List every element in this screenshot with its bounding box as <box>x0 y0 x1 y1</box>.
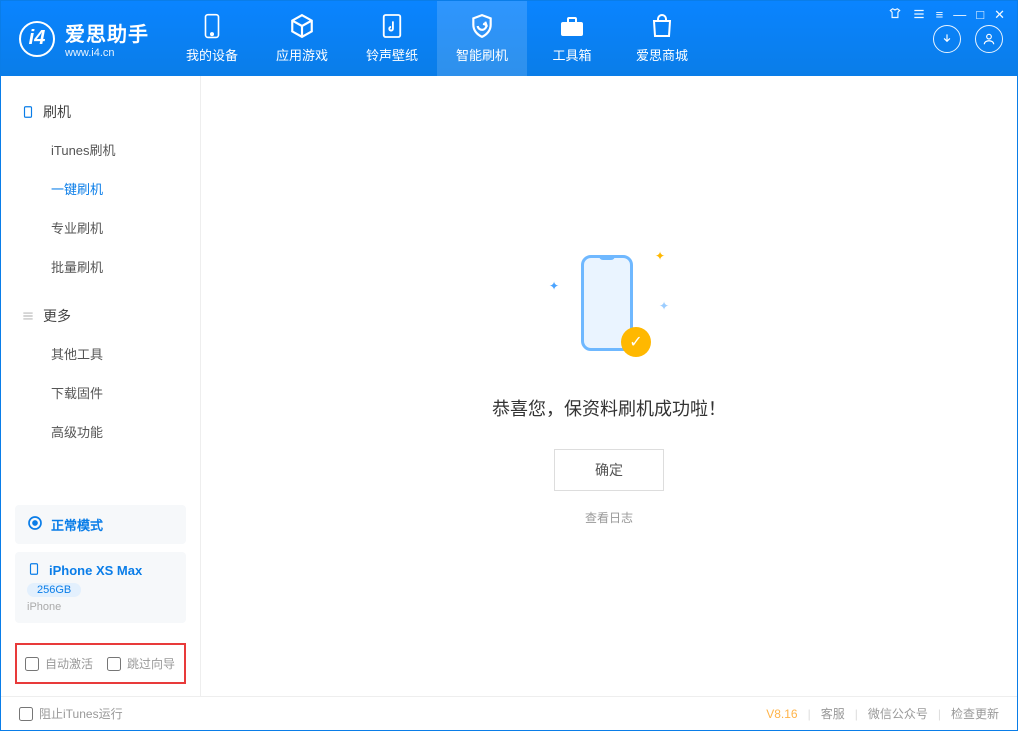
auto-activate-label: 自动激活 <box>45 655 93 672</box>
titlebar: ≡ ― □ ✕ i4 爱思助手 www.i4.cn 我的设备 应用游戏 铃声 <box>1 1 1017 76</box>
device-capacity: 256GB <box>27 583 81 597</box>
check-update-link[interactable]: 检查更新 <box>951 705 999 722</box>
phone-notch <box>599 255 615 260</box>
block-itunes-checkbox[interactable]: 阻止iTunes运行 <box>19 705 123 722</box>
skip-guide-checkbox[interactable]: 跳过向导 <box>107 655 175 672</box>
sidebar-item-itunes-flash[interactable]: iTunes刷机 <box>1 130 200 169</box>
minimize-button[interactable]: ― <box>953 7 966 24</box>
nav-label: 应用游戏 <box>276 45 328 64</box>
app-logo: i4 爱思助手 www.i4.cn <box>1 1 167 76</box>
footer: 阻止iTunes运行 V8.16 | 客服 | 微信公众号 | 检查更新 <box>1 696 1017 730</box>
skip-guide-label: 跳过向导 <box>127 655 175 672</box>
sparkle-icon: ✦ <box>659 299 669 313</box>
sidebar-group-more: 更多 <box>1 298 200 334</box>
nav-label: 工具箱 <box>552 45 591 64</box>
sidebar-item-oneclick-flash[interactable]: 一键刷机 <box>1 169 200 208</box>
app-window: ≡ ― □ ✕ i4 爱思助手 www.i4.cn 我的设备 应用游戏 铃声 <box>0 0 1018 731</box>
nav-ringtones[interactable]: 铃声壁纸 <box>347 1 437 76</box>
list-icon[interactable]: ≡ <box>936 7 944 24</box>
phone-icon <box>199 13 225 39</box>
toolbox-icon <box>559 13 585 39</box>
version-label: V8.16 <box>766 707 797 721</box>
nav-label: 爱思商城 <box>636 45 688 64</box>
menu-icon[interactable] <box>912 7 926 24</box>
device-info-row[interactable]: iPhone XS Max 256GB iPhone <box>15 552 186 623</box>
nav-label: 我的设备 <box>186 45 238 64</box>
wechat-link[interactable]: 微信公众号 <box>868 705 928 722</box>
cube-icon <box>289 13 315 39</box>
nav-label: 智能刷机 <box>456 45 508 64</box>
sidebar-group-label: 更多 <box>43 306 71 326</box>
tshirt-icon[interactable] <box>888 7 902 24</box>
sidebar-item-batch-flash[interactable]: 批量刷机 <box>1 247 200 286</box>
success-illustration: ✦ ✦ ✦ ✓ <box>549 247 669 367</box>
device-mode-row[interactable]: 正常模式 <box>15 505 186 544</box>
user-button[interactable] <box>975 25 1003 53</box>
mode-icon <box>27 515 43 534</box>
refresh-shield-icon <box>469 13 495 39</box>
sidebar-group-flash: 刷机 <box>1 94 200 130</box>
device-mode-label: 正常模式 <box>51 515 103 534</box>
block-itunes-label: 阻止iTunes运行 <box>39 705 123 722</box>
app-name-en: www.i4.cn <box>65 47 149 59</box>
app-name-cn: 爱思助手 <box>65 18 149 47</box>
success-message: 恭喜您，保资料刷机成功啦！ <box>492 395 726 421</box>
device-outline-icon <box>21 105 35 119</box>
menu-lines-icon <box>21 309 35 323</box>
main-content: ✦ ✦ ✦ ✓ 恭喜您，保资料刷机成功啦！ 确定 查看日志 <box>201 76 1017 696</box>
logo-icon: i4 <box>19 21 55 57</box>
nav-smart-flash[interactable]: 智能刷机 <box>437 1 527 76</box>
download-button[interactable] <box>933 25 961 53</box>
sidebar-item-other-tools[interactable]: 其他工具 <box>1 334 200 373</box>
window-controls: ≡ ― □ ✕ <box>888 7 1005 24</box>
sidebar-group-label: 刷机 <box>43 102 71 122</box>
sidebar-item-pro-flash[interactable]: 专业刷机 <box>1 208 200 247</box>
ok-button[interactable]: 确定 <box>554 449 664 491</box>
nav-apps-games[interactable]: 应用游戏 <box>257 1 347 76</box>
auto-activate-checkbox[interactable]: 自动激活 <box>25 655 93 672</box>
sidebar-item-download-firmware[interactable]: 下载固件 <box>1 373 200 412</box>
auto-activate-input[interactable] <box>25 657 39 671</box>
sparkle-icon: ✦ <box>549 279 559 293</box>
device-panel: 正常模式 iPhone XS Max 256GB iPhone <box>15 505 186 631</box>
phone-small-icon <box>27 562 41 579</box>
block-itunes-input[interactable] <box>19 707 33 721</box>
sidebar: 刷机 iTunes刷机 一键刷机 专业刷机 批量刷机 更多 其他工具 下载固件 … <box>1 76 201 696</box>
check-badge-icon: ✓ <box>621 327 651 357</box>
maximize-button[interactable]: □ <box>976 7 984 24</box>
nav-label: 铃声壁纸 <box>366 45 418 64</box>
nav-my-device[interactable]: 我的设备 <box>167 1 257 76</box>
options-highlight: 自动激活 跳过向导 <box>15 643 186 684</box>
sparkle-icon: ✦ <box>655 249 665 263</box>
device-name: iPhone XS Max <box>49 563 142 578</box>
top-nav: 我的设备 应用游戏 铃声壁纸 智能刷机 工具箱 爱思商城 <box>167 1 707 76</box>
support-link[interactable]: 客服 <box>821 705 845 722</box>
music-file-icon <box>379 13 405 39</box>
nav-toolbox[interactable]: 工具箱 <box>527 1 617 76</box>
skip-guide-input[interactable] <box>107 657 121 671</box>
view-log-link[interactable]: 查看日志 <box>585 509 633 526</box>
device-type: iPhone <box>27 601 174 613</box>
bag-icon <box>649 13 675 39</box>
close-button[interactable]: ✕ <box>994 7 1005 24</box>
body: 刷机 iTunes刷机 一键刷机 专业刷机 批量刷机 更多 其他工具 下载固件 … <box>1 76 1017 696</box>
sidebar-item-advanced[interactable]: 高级功能 <box>1 412 200 451</box>
nav-store[interactable]: 爱思商城 <box>617 1 707 76</box>
